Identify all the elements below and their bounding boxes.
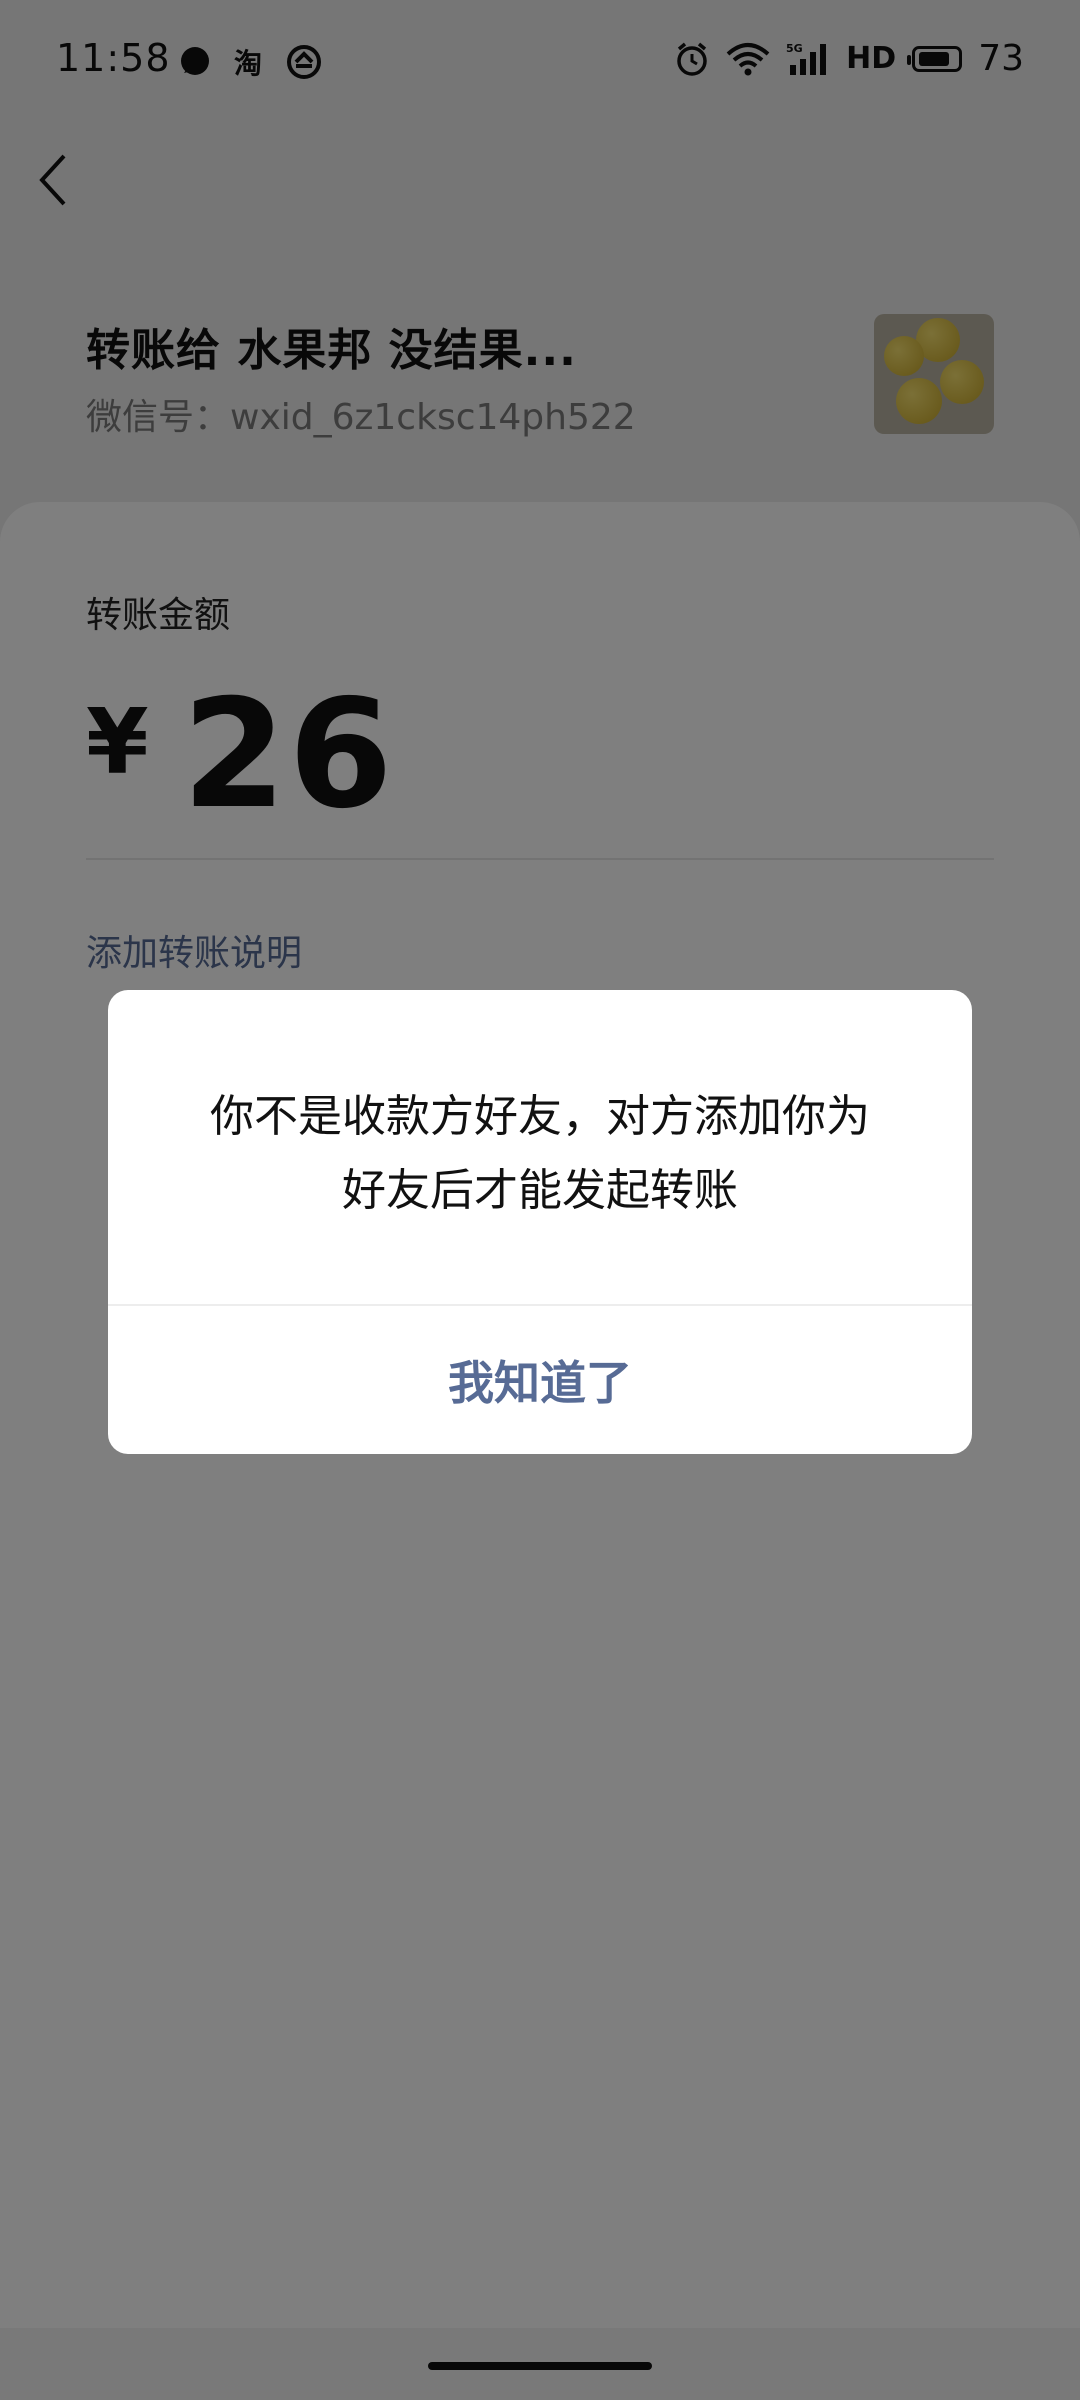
acknowledge-button[interactable]: 我知道了 [108,1306,972,1454]
dialog-message-line1: 你不是收款方好友，对方添加你为 [210,1091,870,1142]
dialog-message-line2: 好友后才能发起转账 [342,1165,738,1216]
dialog-message: 你不是收款方好友，对方添加你为 好友后才能发起转账 [108,1080,972,1228]
transfer-page: 11:58 淘 [0,0,1080,2400]
alert-dialog: 你不是收款方好友，对方添加你为 好友后才能发起转账 我知道了 [108,990,972,1454]
